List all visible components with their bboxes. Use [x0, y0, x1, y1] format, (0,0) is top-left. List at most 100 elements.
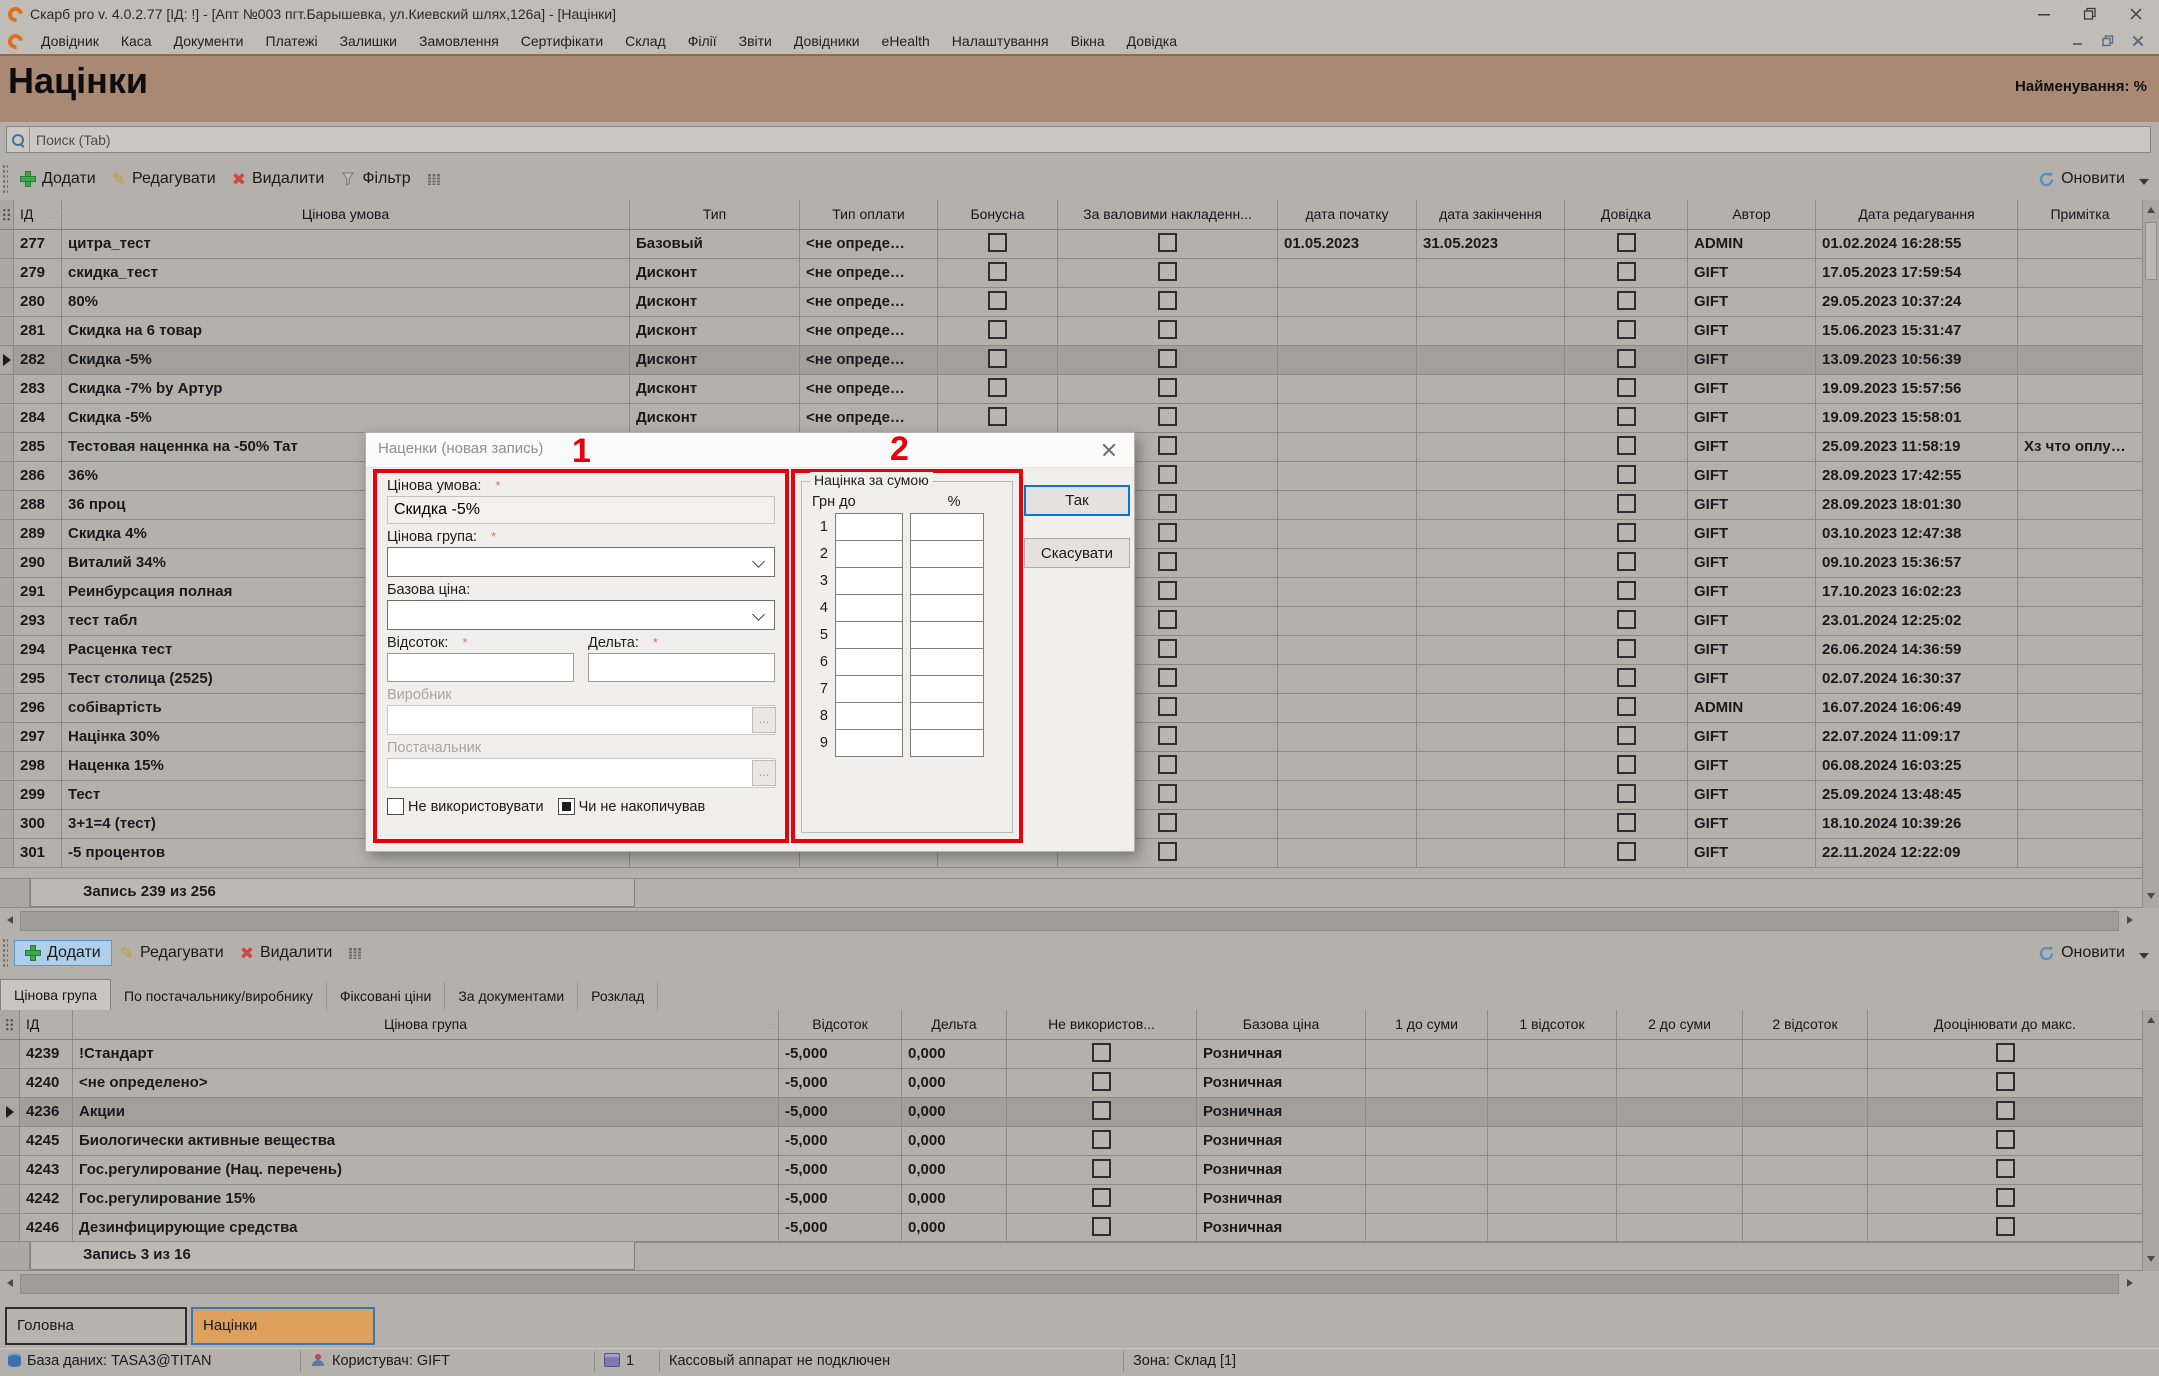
menu-item-4[interactable]: Платежі	[255, 30, 329, 52]
sum-percent-field-4[interactable]	[910, 594, 984, 622]
col-header-date_end[interactable]: дата закінчення	[1417, 200, 1565, 229]
restore-button[interactable]	[2067, 0, 2113, 28]
col-header-note[interactable]: Примітка	[2018, 200, 2143, 229]
help-checkbox[interactable]	[1617, 726, 1636, 745]
upper-vertical-scrollbar[interactable]	[2142, 200, 2159, 908]
bonus-checkbox[interactable]	[988, 407, 1007, 426]
sum-percent-field-7[interactable]	[910, 675, 984, 703]
table-row[interactable]: 279скидка_тестДисконт<не опреде…GIFT17.0…	[0, 259, 2143, 288]
table-row[interactable]: 28080%Дисконт<не опреде…GIFT29.05.2023 1…	[0, 288, 2143, 317]
table-row[interactable]: 281Скидка на 6 товарДисконт<не опреде…GI…	[0, 317, 2143, 346]
search-input[interactable]	[30, 132, 2150, 148]
refresh-button-lower[interactable]: Оновити	[2030, 940, 2133, 966]
scroll-thumb[interactable]	[2145, 222, 2157, 280]
scroll-left-icon[interactable]	[1, 911, 19, 929]
table-row[interactable]: 4236Акции-5,0000,000Розничная	[0, 1098, 2143, 1127]
table-row[interactable]: 4240<не определено>-5,0000,000Розничная	[0, 1069, 2143, 1098]
gross-checkbox[interactable]	[1158, 494, 1177, 513]
bonus-checkbox[interactable]	[988, 320, 1007, 339]
help-checkbox[interactable]	[1617, 407, 1636, 426]
gross-checkbox[interactable]	[1158, 523, 1177, 542]
gross-checkbox[interactable]	[1158, 407, 1177, 426]
menu-item-7[interactable]: Сертифікати	[510, 30, 614, 52]
manufacturer-field[interactable]	[387, 705, 775, 735]
sum-percent-field-3[interactable]	[910, 567, 984, 595]
refresh-button[interactable]: Оновити	[2030, 166, 2133, 192]
lower-horizontal-scrollbar[interactable]	[0, 1271, 2159, 1295]
table-row[interactable]: 4242Гос.регулирование 15%-5,0000,000Розн…	[0, 1185, 2143, 1214]
max-checkbox[interactable]	[1996, 1043, 2015, 1062]
help-checkbox[interactable]	[1617, 697, 1636, 716]
edit-button-lower[interactable]: ✎Редагувати	[112, 940, 232, 966]
not_use-checkbox[interactable]	[1092, 1159, 1111, 1178]
sum-uah-field-8[interactable]	[835, 702, 903, 730]
column-chooser-cell[interactable]	[0, 1010, 20, 1039]
add-button[interactable]: Додати	[12, 166, 104, 192]
not_use-checkbox[interactable]	[1092, 1101, 1111, 1120]
menu-item-13[interactable]: Налаштування	[941, 30, 1060, 52]
scroll-down-icon[interactable]	[2143, 1251, 2159, 1269]
help-checkbox[interactable]	[1617, 465, 1636, 484]
help-checkbox[interactable]	[1617, 755, 1636, 774]
sum-uah-field-2[interactable]	[835, 540, 903, 568]
gross-checkbox[interactable]	[1158, 291, 1177, 310]
col-header-pct2[interactable]: 2 відсоток	[1743, 1010, 1868, 1039]
gross-checkbox[interactable]	[1158, 842, 1177, 861]
scroll-right-icon[interactable]	[2121, 1274, 2139, 1292]
help-checkbox[interactable]	[1617, 291, 1636, 310]
delete-button[interactable]: ✖Видалити	[224, 166, 333, 192]
menu-item-12[interactable]: eHealth	[871, 30, 941, 52]
not_use-checkbox[interactable]	[1092, 1217, 1111, 1236]
help-checkbox[interactable]	[1617, 784, 1636, 803]
bonus-checkbox[interactable]	[988, 262, 1007, 281]
edit-button[interactable]: ✎Редагувати	[104, 166, 224, 192]
col-header-pct1[interactable]: 1 відсоток	[1488, 1010, 1617, 1039]
mdi-restore-button[interactable]	[2093, 30, 2123, 52]
ok-button[interactable]: Так	[1024, 485, 1130, 516]
sum-uah-field-6[interactable]	[835, 648, 903, 676]
mdi-minimize-button[interactable]	[2063, 30, 2093, 52]
mdi-close-button[interactable]	[2123, 30, 2153, 52]
col-header-not_use[interactable]: Не використов...	[1007, 1010, 1197, 1039]
gross-checkbox[interactable]	[1158, 697, 1177, 716]
help-checkbox[interactable]	[1617, 813, 1636, 832]
no-accumulate-checkbox[interactable]	[558, 798, 575, 815]
max-checkbox[interactable]	[1996, 1101, 2015, 1120]
bonus-checkbox[interactable]	[988, 349, 1007, 368]
help-checkbox[interactable]	[1617, 262, 1636, 281]
bonus-checkbox[interactable]	[988, 291, 1007, 310]
max-checkbox[interactable]	[1996, 1217, 2015, 1236]
dialog-title-bar[interactable]: Наценки (новая запись)	[366, 433, 1134, 468]
menu-item-9[interactable]: Філії	[677, 30, 728, 52]
supplier-browse-button[interactable]: ...	[752, 760, 776, 786]
col-header-author[interactable]: Автор	[1688, 200, 1816, 229]
delete-button-lower[interactable]: ✖Видалити	[232, 940, 341, 966]
supplier-field[interactable]	[387, 758, 775, 788]
help-checkbox[interactable]	[1617, 523, 1636, 542]
bonus-checkbox[interactable]	[988, 378, 1007, 397]
upper-horizontal-scrollbar[interactable]	[0, 908, 2159, 932]
col-header-type[interactable]: Тип	[630, 200, 800, 229]
bonus-checkbox[interactable]	[988, 233, 1007, 252]
percent-field[interactable]	[387, 653, 574, 682]
menu-item-8[interactable]: Склад	[614, 30, 677, 52]
gross-checkbox[interactable]	[1158, 813, 1177, 832]
table-row[interactable]: 4239!Стандарт-5,0000,000Розничная	[0, 1040, 2143, 1069]
delta-field[interactable]	[588, 653, 775, 682]
gross-checkbox[interactable]	[1158, 349, 1177, 368]
col-header-max[interactable]: Дооцінювати до макс.	[1868, 1010, 2143, 1039]
col-header-sum1[interactable]: 1 до суми	[1366, 1010, 1488, 1039]
col-header-sum2[interactable]: 2 до суми	[1617, 1010, 1743, 1039]
gross-checkbox[interactable]	[1158, 262, 1177, 281]
table-row[interactable]: 4243Гос.регулирование (Нац. перечень)-5,…	[0, 1156, 2143, 1185]
refresh-dropdown-icon[interactable]	[2139, 179, 2149, 185]
gross-checkbox[interactable]	[1158, 755, 1177, 774]
dialog-close-icon[interactable]	[1100, 441, 1118, 459]
sum-percent-field-9[interactable]	[910, 729, 984, 757]
add-button-lower[interactable]: Додати	[14, 940, 112, 966]
col-header-pay_type[interactable]: Тип оплати	[800, 200, 938, 229]
gross-checkbox[interactable]	[1158, 233, 1177, 252]
not_use-checkbox[interactable]	[1092, 1188, 1111, 1207]
col-header-group[interactable]: Цінова група△	[73, 1010, 779, 1039]
menu-item-5[interactable]: Залишки	[329, 30, 408, 52]
